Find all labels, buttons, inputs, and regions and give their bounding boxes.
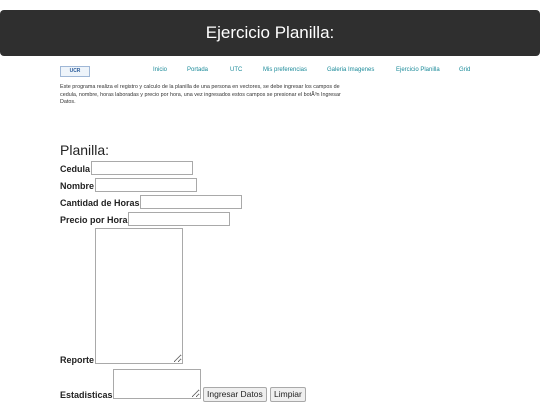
intro-text: Este programa realiza el registro y calc…	[60, 84, 341, 106]
estadisticas-textarea[interactable]	[113, 369, 201, 399]
precio-input[interactable]	[128, 212, 230, 226]
page-title: Ejercicio Planilla:	[205, 23, 335, 42]
ingresar-datos-button[interactable]: Ingresar Datos	[203, 387, 267, 402]
form-title: Planilla:	[60, 142, 110, 158]
cedula-label: Cedula	[60, 164, 91, 174]
horas-input[interactable]	[140, 195, 242, 209]
nav-link-grid[interactable]: Grid	[459, 67, 470, 73]
site-logo[interactable]: UCR	[60, 66, 90, 77]
nav-link-mis-preferencias[interactable]: Mis preferencias	[263, 67, 307, 73]
nav-link-ejercicio-planilla[interactable]: Ejercicio Planilla	[396, 67, 440, 73]
nav-link-inicio[interactable]: Inicio	[153, 67, 167, 73]
horas-label: Cantidad de Horas	[60, 198, 140, 208]
reporte-label: Reporte	[60, 355, 95, 365]
nav-link-portada[interactable]: Portada	[187, 67, 208, 73]
precio-label: Precio por Hora	[60, 215, 128, 225]
cedula-input[interactable]	[91, 161, 193, 175]
page-header: Ejercicio Planilla:	[0, 10, 540, 56]
nav-bar: UCR Inicio Portada UTC Mis preferencias …	[60, 66, 480, 78]
limpiar-button[interactable]: Limpiar	[270, 387, 306, 402]
nav-link-utc[interactable]: UTC	[230, 67, 242, 73]
nombre-label: Nombre	[60, 181, 95, 191]
estadisticas-label: Estadisticas	[60, 390, 113, 400]
nav-link-galeria-imagenes[interactable]: Galeria Imagenes	[327, 67, 374, 73]
reporte-textarea[interactable]	[95, 228, 183, 364]
nombre-input[interactable]	[95, 178, 197, 192]
